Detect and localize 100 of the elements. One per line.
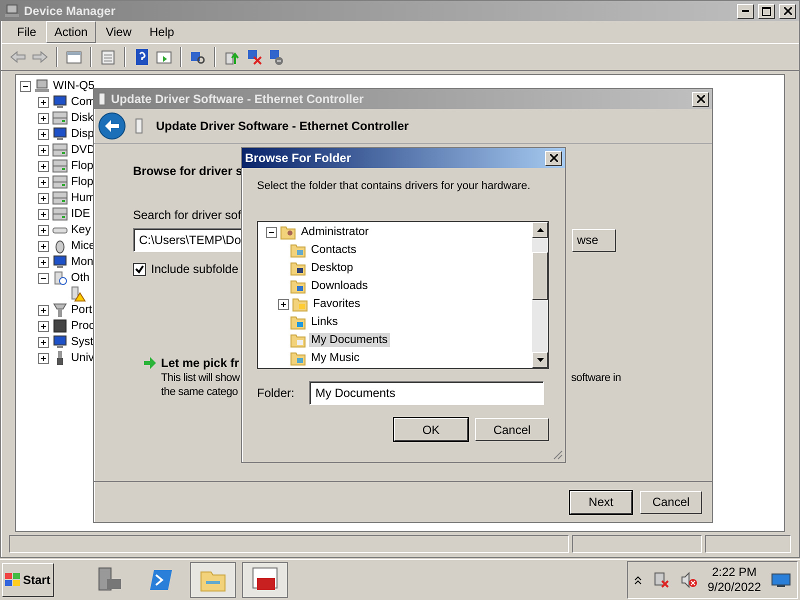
chip-icon xyxy=(52,318,68,334)
tree-item[interactable]: Univ xyxy=(71,352,94,364)
tree-item[interactable]: Key xyxy=(71,224,91,236)
tree-item[interactable]: Desktop xyxy=(309,261,356,275)
taskbar-app-button[interactable] xyxy=(242,562,288,598)
folder-icon xyxy=(290,242,306,258)
close-button[interactable] xyxy=(692,92,709,106)
checkbox-label: Include subfolde xyxy=(151,262,238,276)
folder-icon xyxy=(280,224,296,240)
expand-icon[interactable] xyxy=(38,96,49,108)
expand-icon[interactable] xyxy=(38,192,49,204)
tree-item[interactable]: Port xyxy=(71,304,92,316)
close-icon xyxy=(784,7,792,15)
minimize-button[interactable] xyxy=(737,4,754,18)
description-text: software in xyxy=(571,372,621,384)
down-arrow-icon xyxy=(536,358,544,362)
folder-icon xyxy=(290,278,306,294)
expand-icon[interactable] xyxy=(38,336,49,348)
cancel-button[interactable]: Cancel xyxy=(640,490,702,514)
maximize-button[interactable] xyxy=(758,4,775,18)
tree-item[interactable]: Downloads xyxy=(309,279,370,293)
tree-item[interactable]: Mon xyxy=(71,256,94,268)
start-button[interactable]: Start xyxy=(2,563,54,597)
server-icon xyxy=(96,567,122,593)
toolbox-icon xyxy=(252,567,278,593)
close-icon xyxy=(696,95,704,103)
tree-item[interactable]: Syst xyxy=(71,336,94,348)
expand-icon[interactable] xyxy=(38,304,49,316)
folder-icon xyxy=(290,350,306,366)
close-button[interactable] xyxy=(779,4,796,18)
expand-icon[interactable] xyxy=(38,240,49,252)
drive-icon xyxy=(52,158,68,174)
folder-field[interactable]: My Documents xyxy=(309,381,544,405)
tree-item[interactable]: Contacts xyxy=(309,243,358,257)
taskbar-app-button[interactable] xyxy=(190,562,236,598)
tree-item[interactable]: IDE xyxy=(71,208,90,220)
collapse-icon[interactable] xyxy=(266,226,277,238)
expand-icon[interactable] xyxy=(38,160,49,172)
collapse-icon[interactable] xyxy=(20,80,31,92)
disable-icon[interactable] xyxy=(267,48,285,66)
menu-item[interactable]: File xyxy=(9,21,44,43)
expand-icon[interactable] xyxy=(38,256,49,268)
close-icon xyxy=(550,154,558,162)
collapse-icon[interactable] xyxy=(38,272,49,284)
folder-icon xyxy=(290,314,306,330)
tree-item[interactable]: Disp xyxy=(71,128,94,140)
browse-button[interactable]: wse xyxy=(572,228,616,252)
resize-grip-icon xyxy=(552,449,563,460)
expand-icon[interactable] xyxy=(278,298,289,310)
tree-item[interactable]: Disk xyxy=(71,112,94,124)
properties-icon[interactable] xyxy=(99,48,117,66)
up-arrow-icon xyxy=(536,228,544,232)
uninstall-icon[interactable] xyxy=(245,48,263,66)
ok-button[interactable]: OK xyxy=(394,418,468,441)
next-button[interactable]: Next xyxy=(570,490,632,514)
tree-item[interactable]: Favorites xyxy=(311,297,362,311)
expand-icon[interactable] xyxy=(38,128,49,140)
expand-icon[interactable] xyxy=(38,208,49,220)
tree-item[interactable]: My Music xyxy=(309,351,362,365)
expand-icon[interactable] xyxy=(38,224,49,236)
checkbox[interactable] xyxy=(133,262,146,276)
tree-item[interactable]: My Documents xyxy=(309,333,390,347)
device-icon xyxy=(52,190,68,206)
monitor-icon xyxy=(52,126,68,142)
warning-device-icon[interactable] xyxy=(70,286,86,302)
menu-item[interactable]: Help xyxy=(142,21,182,43)
monitor-icon xyxy=(52,94,68,110)
drive-icon xyxy=(52,110,68,126)
scrollbar[interactable] xyxy=(532,222,548,368)
tree-item[interactable]: Links xyxy=(309,315,340,329)
maximize-icon xyxy=(762,6,771,16)
device-icon xyxy=(134,118,144,134)
computer-icon xyxy=(34,78,50,94)
monitor-icon[interactable] xyxy=(771,571,791,589)
field-label: Search for driver sof xyxy=(133,208,242,222)
tree-item[interactable]: Oth xyxy=(71,272,90,284)
speaker-icon[interactable] xyxy=(680,571,698,589)
cancel-button[interactable]: Cancel xyxy=(475,418,549,441)
menu-item[interactable]: Action xyxy=(46,21,96,43)
tree-item[interactable]: Administrator xyxy=(299,225,371,239)
dialog-heading: Update Driver Software - Ethernet Controller xyxy=(156,119,409,133)
computer-icon xyxy=(4,3,20,19)
terminal-icon xyxy=(148,567,174,593)
expand-icon[interactable] xyxy=(38,112,49,124)
network-icon[interactable] xyxy=(652,571,670,589)
back-button[interactable] xyxy=(98,112,126,140)
tree-item[interactable]: Flop xyxy=(71,160,94,172)
close-button[interactable] xyxy=(545,150,562,166)
port-icon xyxy=(52,302,68,318)
expand-icon[interactable] xyxy=(38,352,49,364)
tree-item[interactable]: WIN-Q5 xyxy=(53,80,95,92)
menu-item[interactable]: View xyxy=(98,21,140,43)
expand-icon[interactable] xyxy=(38,144,49,156)
tree-item[interactable]: Flop xyxy=(71,176,94,188)
windows-logo-icon xyxy=(5,573,21,587)
description-text: the same catego xyxy=(161,386,238,398)
expand-icon[interactable] xyxy=(38,320,49,332)
help-icon[interactable] xyxy=(133,48,151,66)
expand-icon[interactable] xyxy=(38,176,49,188)
chevron-icon[interactable] xyxy=(634,575,642,585)
